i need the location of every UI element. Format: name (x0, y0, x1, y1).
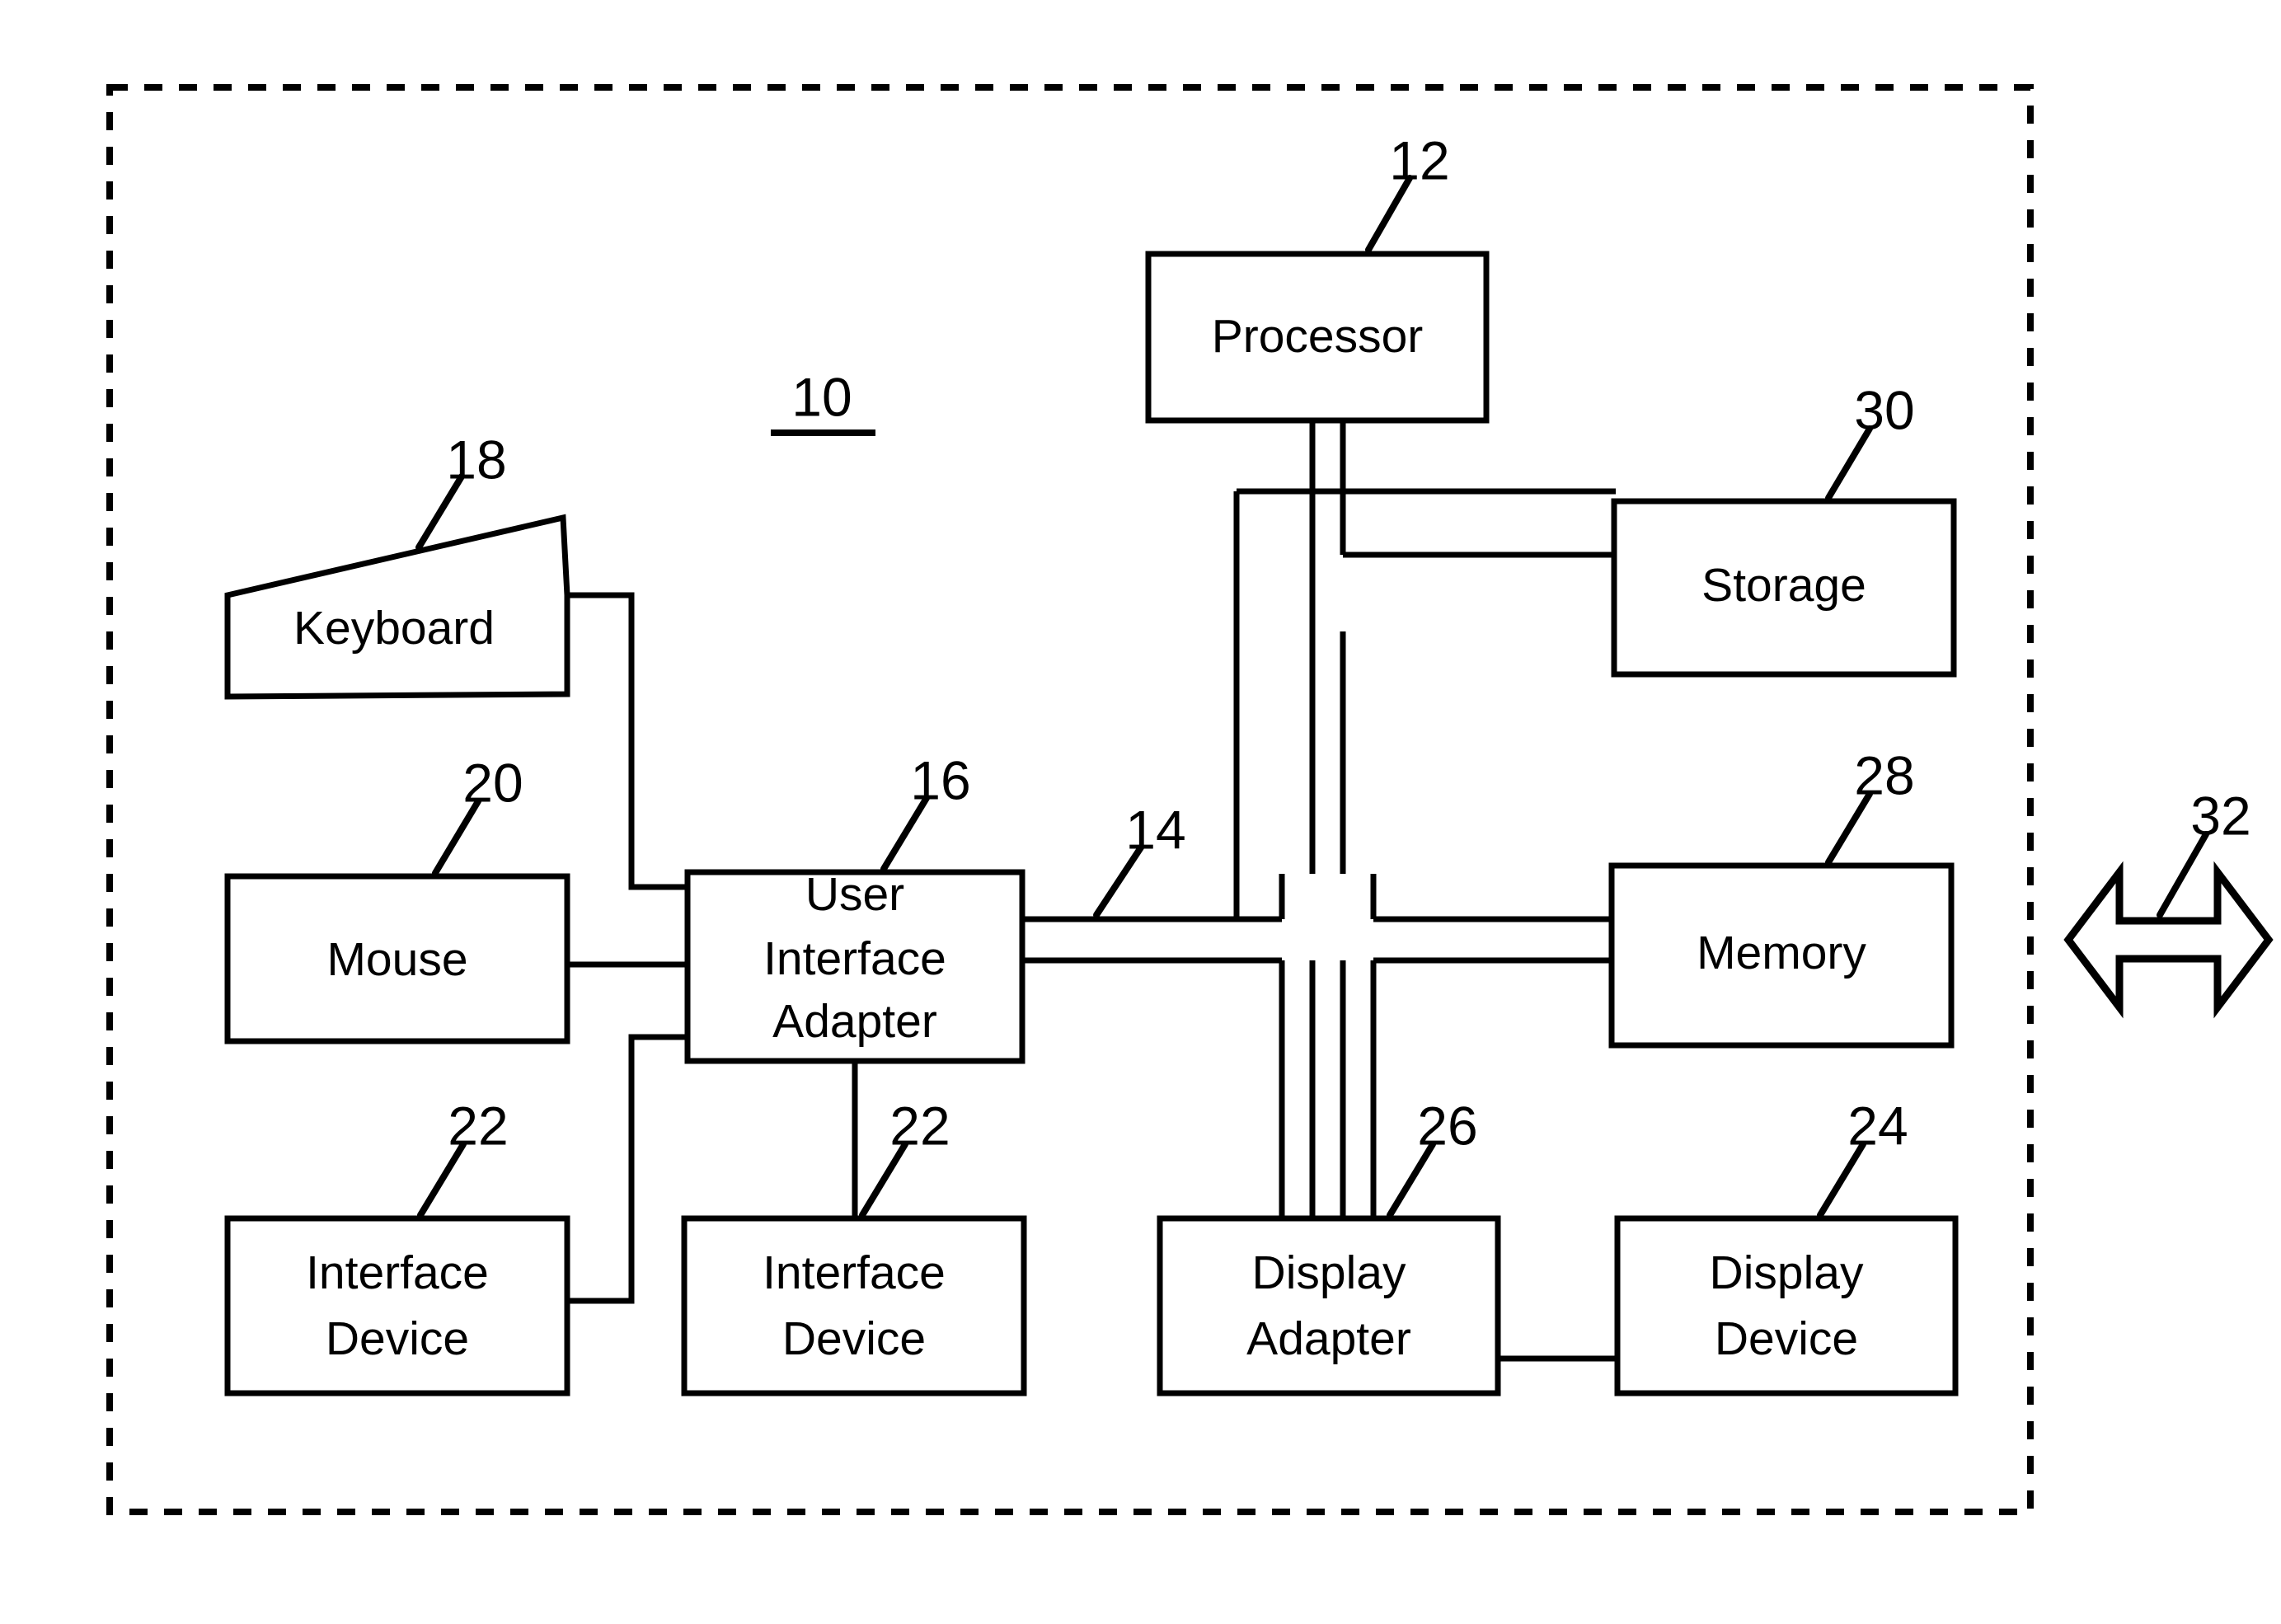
block-display-device-label-line2: Device (1715, 1312, 1858, 1365)
block-display-adapter[interactable]: Display Adapter (1157, 1215, 1501, 1396)
patent-figure: 10 Processor 12 Storage 30 Memory 28 Key… (0, 0, 2281, 1624)
block-storage[interactable]: Storage (1611, 498, 1957, 678)
wire-interface-device-left-to-ui-adapter (567, 1034, 691, 1304)
block-display-adapter-rect (1157, 1215, 1501, 1396)
block-storage-label: Storage (1701, 559, 1866, 612)
block-user-interface-adapter[interactable]: User Interface Adapter (684, 868, 1026, 1064)
block-interface-device-center-label-line2: Device (782, 1312, 926, 1365)
block-processor-label: Processor (1212, 310, 1424, 363)
block-user-interface-adapter-label-line2: Interface (763, 932, 946, 985)
ref-label-mouse: 20 (462, 752, 523, 813)
ref-label-memory: 28 (1854, 744, 1914, 805)
block-display-device[interactable]: Display Device (1614, 1215, 1959, 1396)
ref-label-interface-device-center: 22 (889, 1095, 950, 1156)
block-interface-device-center-label-line1: Interface (763, 1246, 946, 1299)
ref-label-bus: 14 (1125, 799, 1185, 860)
ref-label-keyboard: 18 (446, 429, 506, 490)
wire-keyboard-to-ui-adapter (567, 592, 691, 890)
block-user-interface-adapter-label-line1: User (805, 868, 904, 921)
ref-label-external-arrow: 32 (2190, 785, 2250, 846)
block-interface-device-left-label-line2: Device (326, 1312, 469, 1365)
block-memory-label: Memory (1697, 927, 1866, 979)
block-memory[interactable]: Memory (1608, 862, 1955, 1049)
block-mouse[interactable]: Mouse (224, 873, 570, 1044)
block-user-interface-adapter-label-line3: Adapter (772, 995, 937, 1048)
ref-label-display-device: 24 (1847, 1095, 1908, 1156)
ref-label-user-interface-adapter: 16 (910, 749, 970, 810)
external-link-arrow (2063, 861, 2274, 1019)
ref-label-storage: 30 (1854, 379, 1914, 440)
block-mouse-label: Mouse (326, 933, 467, 986)
block-diagram-canvas: 10 Processor 12 Storage 30 Memory 28 Key… (106, 84, 2274, 1515)
block-display-adapter-label-line2: Adapter (1246, 1312, 1411, 1365)
block-display-device-rect (1614, 1215, 1959, 1396)
ref-label-display-adapter: 26 (1417, 1095, 1477, 1156)
bidirectional-arrow-shape (2063, 861, 2274, 1019)
block-keyboard-label: Keyboard (293, 602, 495, 655)
block-interface-device-left-rect (224, 1215, 570, 1396)
block-display-adapter-label-line1: Display (1252, 1246, 1406, 1299)
block-interface-device-center-rect (681, 1215, 1027, 1396)
block-interface-device-left-label-line1: Interface (306, 1246, 489, 1299)
block-display-device-label-line1: Display (1710, 1246, 1864, 1299)
block-keyboard[interactable]: Keyboard (224, 514, 570, 700)
block-interface-device-left[interactable]: Interface Device (224, 1215, 570, 1396)
ref-label-interface-device-left: 22 (448, 1095, 508, 1156)
block-interface-device-center[interactable]: Interface Device (681, 1215, 1027, 1396)
block-processor[interactable]: Processor (1145, 251, 1490, 424)
ref-label-system: 10 (791, 366, 852, 427)
leader-line-external-arrow (2157, 831, 2209, 918)
ref-label-processor: 12 (1389, 129, 1449, 190)
